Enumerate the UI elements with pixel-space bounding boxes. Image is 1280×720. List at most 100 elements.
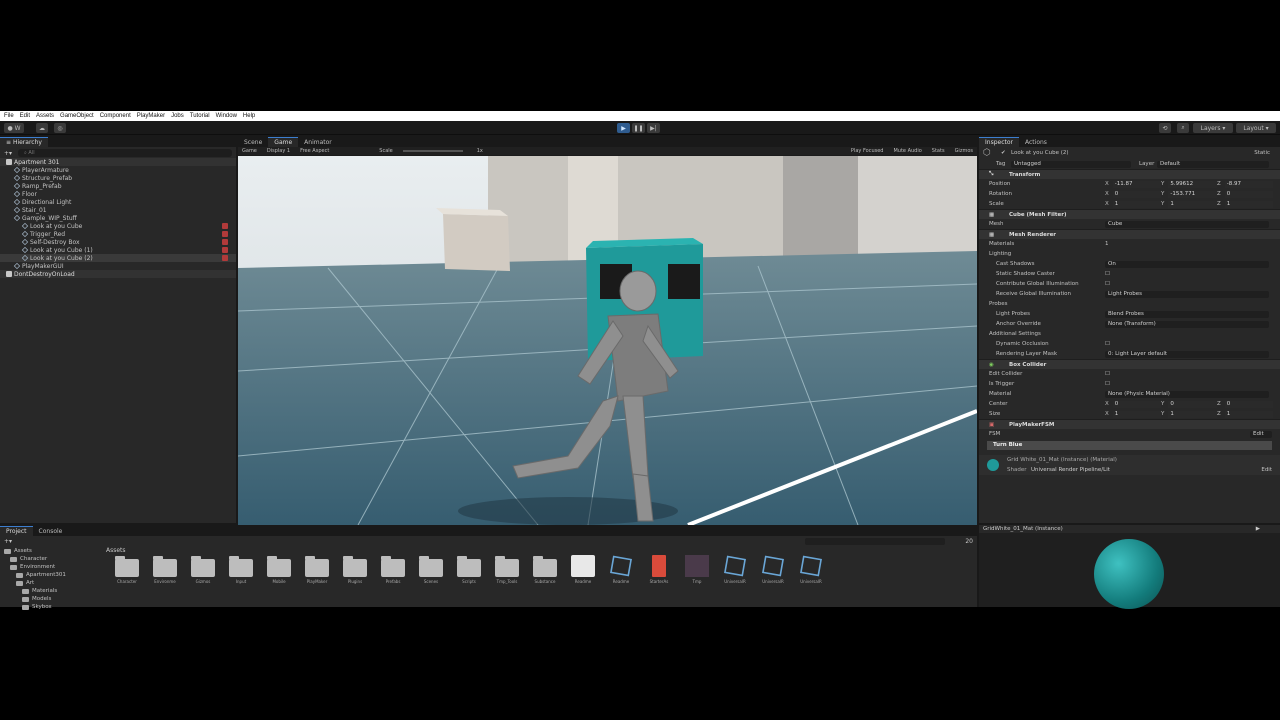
asset-item[interactable]: Readme xyxy=(564,555,602,595)
asset-item[interactable]: Character xyxy=(108,555,146,595)
tab-project[interactable]: Project xyxy=(0,526,33,536)
asset-item[interactable]: Plugins xyxy=(336,555,374,595)
dynamic-occlusion-checkbox[interactable]: ☐ xyxy=(1105,341,1110,347)
mesh-field[interactable]: Cube xyxy=(1105,220,1269,228)
playmaker-fsm-icon[interactable] xyxy=(222,231,228,237)
playmaker-fsm-icon[interactable] xyxy=(222,239,228,245)
tag-dropdown[interactable]: Untagged xyxy=(1011,160,1131,168)
project-tree-item[interactable]: Assets xyxy=(0,547,102,555)
axis-y-field[interactable]: 1 xyxy=(1168,200,1217,208)
hierarchy-item[interactable]: Gample_WIP_Stuff xyxy=(0,214,236,222)
axis-z-field[interactable]: -8.97 xyxy=(1224,180,1273,188)
project-tree-item[interactable]: Skybox xyxy=(0,603,102,611)
add-icon[interactable]: +▾ xyxy=(4,150,12,157)
stats-toggle[interactable]: Stats xyxy=(932,148,945,154)
project-search-input[interactable] xyxy=(805,537,946,545)
shader-edit-button[interactable]: Edit xyxy=(1261,467,1272,473)
fsm-state-turn-blue[interactable]: Turn Blue xyxy=(987,440,1272,450)
axis-x-field[interactable]: 1 xyxy=(1112,410,1161,418)
play-button[interactable]: ▶ xyxy=(617,123,630,133)
layer-dropdown[interactable]: Default xyxy=(1157,160,1269,168)
edit-collider-checkbox[interactable]: ☐ xyxy=(1105,371,1110,377)
axis-y-field[interactable]: 1 xyxy=(1168,410,1217,418)
layers-dropdown[interactable]: Layers ▾ xyxy=(1193,123,1233,133)
collab-icon[interactable]: ◎ xyxy=(54,123,66,133)
layout-dropdown[interactable]: Layout ▾ xyxy=(1236,123,1276,133)
tab-inspector[interactable]: Inspector xyxy=(979,137,1019,147)
mute-audio-toggle[interactable]: Mute Audio xyxy=(893,148,921,154)
asset-item[interactable]: Substance xyxy=(526,555,564,595)
asset-item[interactable]: Gizmos xyxy=(184,555,222,595)
playmaker-fsm-icon[interactable] xyxy=(222,255,228,261)
game-viewport[interactable] xyxy=(238,156,977,525)
hierarchy-item[interactable]: Self-Destroy Box xyxy=(0,238,236,246)
hierarchy-item[interactable]: Look at you Cube xyxy=(0,222,236,230)
asset-item[interactable]: Mobile xyxy=(260,555,298,595)
account-button[interactable]: ● W xyxy=(4,123,24,133)
hierarchy-item[interactable]: Look at you Cube (2) xyxy=(0,254,236,262)
game-mode-dropdown[interactable]: Game xyxy=(242,148,257,154)
aspect-dropdown[interactable]: Free Aspect xyxy=(300,148,329,154)
preview-sphere[interactable] xyxy=(1094,539,1164,609)
fsm-edit-button[interactable]: Edit xyxy=(1250,430,1272,438)
tab-actions[interactable]: Actions xyxy=(1019,137,1053,147)
search-icon[interactable]: ⌕ xyxy=(1177,123,1189,133)
project-tree-item[interactable]: Art xyxy=(0,579,102,587)
project-tree-item[interactable]: Apartment301 xyxy=(0,571,102,579)
tab-game[interactable]: Game xyxy=(268,137,299,147)
asset-item[interactable]: Environme xyxy=(146,555,184,595)
menu-item-help[interactable]: Help xyxy=(243,113,255,119)
asset-item[interactable]: Tmp_Tools xyxy=(488,555,526,595)
asset-item[interactable]: UniversalR xyxy=(754,555,792,595)
asset-item[interactable]: UniversalR xyxy=(716,555,754,595)
hierarchy-item[interactable]: PlayerArmature xyxy=(0,166,236,174)
project-tree-item[interactable]: Models xyxy=(0,595,102,603)
axis-x-field[interactable]: 1 xyxy=(1112,200,1161,208)
static-toggle[interactable]: Static xyxy=(1254,150,1270,156)
project-tree-item[interactable]: Environment xyxy=(0,563,102,571)
box-collider-header[interactable]: ◉ Box Collider xyxy=(979,359,1280,369)
project-add-icon[interactable]: +▾ xyxy=(4,538,12,545)
hierarchy-item[interactable]: Directional Light xyxy=(0,198,236,206)
axis-x-field[interactable]: 0 xyxy=(1112,190,1161,198)
hierarchy-item[interactable]: Trigger_Red xyxy=(0,230,236,238)
light-probes-field[interactable]: Blend Probes xyxy=(1105,310,1269,318)
hierarchy-item[interactable]: DontDestroyOnLoad xyxy=(0,270,236,278)
contribute-gi-checkbox[interactable]: ☐ xyxy=(1105,281,1110,287)
cast-shadows-field[interactable]: On xyxy=(1105,260,1269,268)
is-trigger-checkbox[interactable]: ☐ xyxy=(1105,381,1110,387)
pause-button[interactable]: ❚❚ xyxy=(632,123,645,133)
asset-item[interactable]: Input xyxy=(222,555,260,595)
hierarchy-item[interactable]: Floor xyxy=(0,190,236,198)
anchor-override-field[interactable]: None (Transform) xyxy=(1105,320,1269,328)
display-dropdown[interactable]: Display 1 xyxy=(267,148,290,154)
hierarchy-item[interactable]: Look at you Cube (1) xyxy=(0,246,236,254)
axis-x-field[interactable]: -11.87 xyxy=(1112,180,1161,188)
collider-material-field[interactable]: None (Physic Material) xyxy=(1105,390,1269,398)
asset-item[interactable]: Tmp xyxy=(678,555,716,595)
menu-item-file[interactable]: File xyxy=(4,113,14,119)
object-name-field[interactable]: Look at you Cube (2) xyxy=(1011,150,1069,156)
asset-item[interactable]: Readme xyxy=(602,555,640,595)
active-checkbox[interactable]: ✔ xyxy=(1001,150,1006,156)
gizmos-toggle[interactable]: Gizmos xyxy=(955,148,973,154)
asset-item[interactable]: Scenes xyxy=(412,555,450,595)
project-tree-item[interactable]: Materials xyxy=(0,587,102,595)
menu-item-tutorial[interactable]: Tutorial xyxy=(190,113,210,119)
step-button[interactable]: ▶| xyxy=(647,123,660,133)
receive-gi-field[interactable]: Light Probes xyxy=(1105,290,1269,298)
axis-y-field[interactable]: -153.771 xyxy=(1168,190,1217,198)
axis-z-field[interactable]: 0 xyxy=(1224,190,1273,198)
asset-item[interactable]: StarterAs xyxy=(640,555,678,595)
axis-x-field[interactable]: 0 xyxy=(1112,400,1161,408)
tab-scene[interactable]: Scene xyxy=(238,137,268,147)
axis-y-field[interactable]: 0 xyxy=(1168,400,1217,408)
menu-item-assets[interactable]: Assets xyxy=(36,113,54,119)
menu-item-playmaker[interactable]: PlayMaker xyxy=(137,113,165,119)
project-tree-item[interactable]: Character xyxy=(0,555,102,563)
axis-z-field[interactable]: 1 xyxy=(1224,200,1273,208)
rendering-layer-field[interactable]: 0: Light Layer default xyxy=(1105,350,1269,358)
asset-item[interactable]: PlayMaker xyxy=(298,555,336,595)
hierarchy-item[interactable]: Apartment 301 xyxy=(0,158,236,166)
hierarchy-search-input[interactable]: ⌕ All xyxy=(18,149,232,157)
